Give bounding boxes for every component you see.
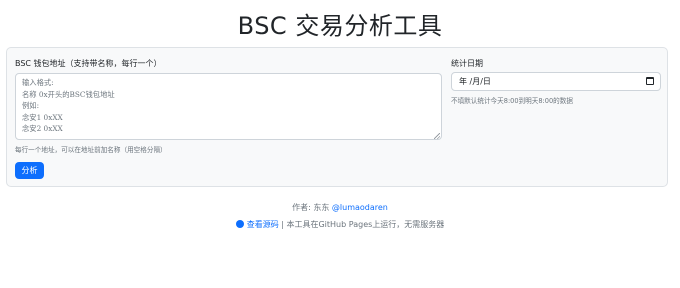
resize-handle-icon[interactable] — [434, 133, 440, 139]
date-help-text: 不填默认统计今天8:00到明天8:00的数据 — [451, 97, 573, 105]
date-input[interactable]: 年 /月/日 — [451, 72, 661, 91]
author-line: 作者: 东东 @lumaodaren — [0, 202, 680, 213]
author-prefix: 作者: 东东 — [292, 203, 330, 212]
author-link[interactable]: @lumaodaren — [332, 203, 388, 212]
source-link[interactable]: 查看源码 — [247, 220, 279, 229]
source-line: 查看源码 | 本工具在GitHub Pages上运行，无需服务器 — [0, 219, 680, 230]
address-label: BSC 钱包地址（支持带名称，每行一个） — [15, 59, 162, 68]
date-input-value: 年 /月/日 — [459, 77, 491, 86]
page-title: BSC 交易分析工具 — [237, 12, 443, 40]
address-textarea[interactable]: 输入格式: 名称 0x开头的BSC钱包地址 例如: 念安1 0xXX 念安2 0… — [15, 73, 442, 140]
footer-note: | 本工具在GitHub Pages上运行，无需服务器 — [281, 220, 445, 229]
date-label: 统计日期 — [451, 59, 483, 68]
calendar-icon[interactable] — [646, 77, 654, 85]
analysis-form-card: BSC 钱包地址（支持带名称，每行一个） 输入格式: 名称 0x开头的BSC钱包… — [6, 47, 668, 187]
github-icon — [235, 220, 244, 228]
analyze-button[interactable]: 分析 — [15, 162, 44, 179]
address-help-text: 每行一个地址，可以在地址前加名称（用空格分隔） — [15, 146, 167, 154]
